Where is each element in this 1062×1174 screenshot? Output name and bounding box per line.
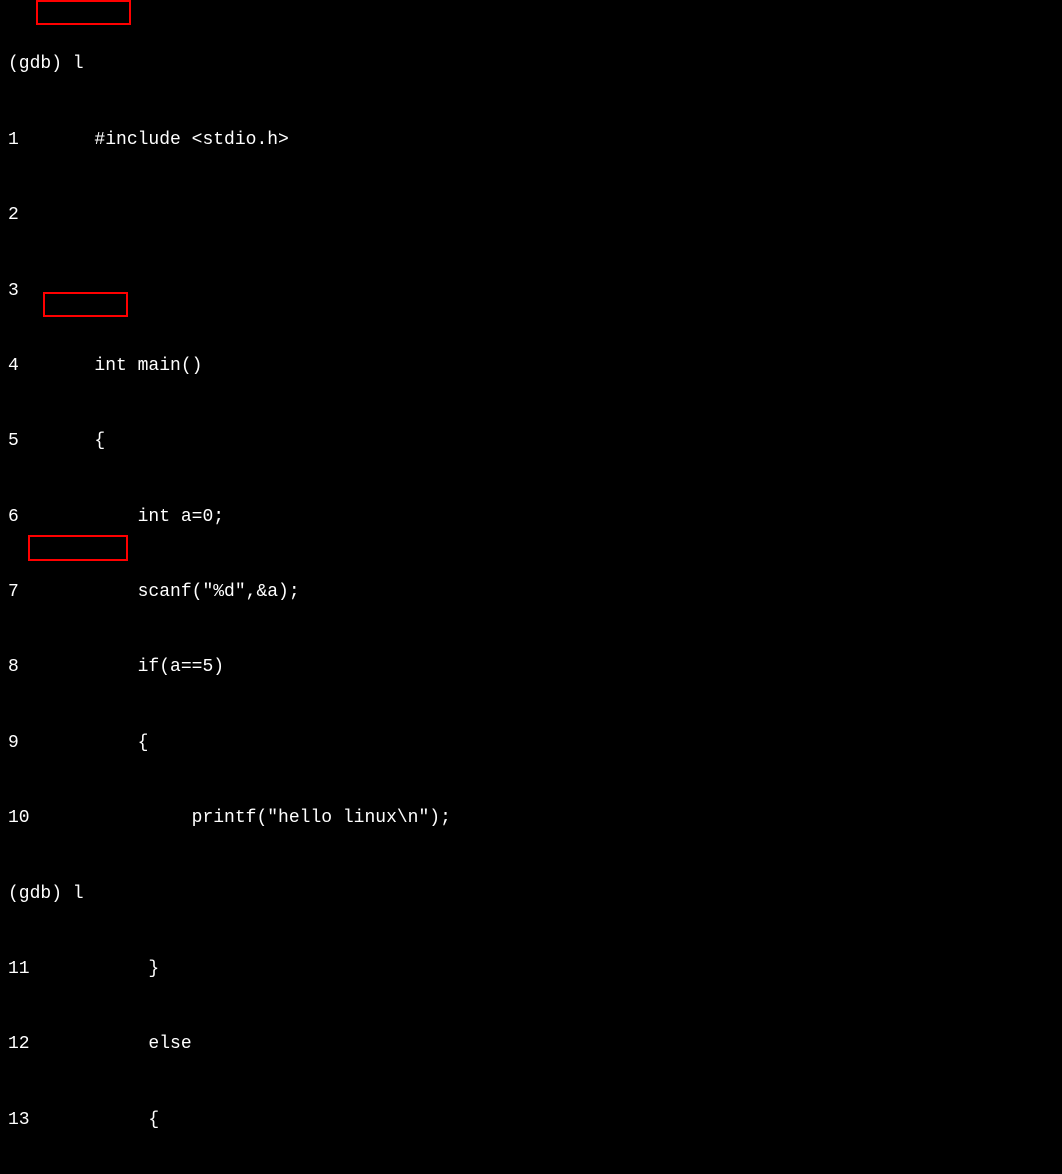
code-text: {	[30, 1110, 160, 1130]
line-number: 6	[8, 507, 19, 527]
gdb-prompt-text: (gdb) l	[8, 884, 84, 904]
code-text: int main()	[19, 356, 203, 376]
line-number: 13	[8, 1110, 30, 1130]
code-text: int a=0;	[19, 507, 224, 527]
code-line: 12 else	[8, 1032, 1054, 1057]
code-line: 4 int main()	[8, 354, 1054, 379]
code-line: 3	[8, 279, 1054, 304]
code-line: 6 int a=0;	[8, 505, 1054, 530]
line-number: 10	[8, 808, 30, 828]
code-line: 10 printf("hello linux\n");	[8, 806, 1054, 831]
code-line: 8 if(a==5)	[8, 655, 1054, 680]
code-text: printf("hello linux\n");	[30, 808, 451, 828]
line-number: 5	[8, 431, 19, 451]
code-text: #include <stdio.h>	[19, 130, 289, 150]
gdb-prompt-line[interactable]: (gdb) l	[8, 52, 1054, 77]
code-text: if(a==5)	[19, 657, 224, 677]
code-line: 5 {	[8, 429, 1054, 454]
code-text: scanf("%d",&a);	[19, 582, 300, 602]
line-number: 11	[8, 959, 30, 979]
code-line: 2	[8, 203, 1054, 228]
code-text: {	[19, 733, 149, 753]
line-number: 1	[8, 130, 19, 150]
line-number: 12	[8, 1034, 30, 1054]
terminal-output: (gdb) l 1 #include <stdio.h> 2 3 4 int m…	[8, 2, 1054, 1174]
code-text: }	[30, 959, 160, 979]
code-line: 7 scanf("%d",&a);	[8, 580, 1054, 605]
line-number: 3	[8, 281, 19, 301]
code-line: 11 }	[8, 957, 1054, 982]
line-number: 8	[8, 657, 19, 677]
code-line: 1 #include <stdio.h>	[8, 128, 1054, 153]
line-number: 9	[8, 733, 19, 753]
code-text: else	[30, 1034, 192, 1054]
line-number: 4	[8, 356, 19, 376]
code-line: 13 {	[8, 1108, 1054, 1133]
code-text: {	[19, 431, 105, 451]
line-number: 7	[8, 582, 19, 602]
gdb-prompt-line[interactable]: (gdb) l	[8, 882, 1054, 907]
line-number: 2	[8, 205, 19, 225]
gdb-prompt-text: (gdb) l	[8, 54, 84, 74]
code-line: 9 {	[8, 731, 1054, 756]
